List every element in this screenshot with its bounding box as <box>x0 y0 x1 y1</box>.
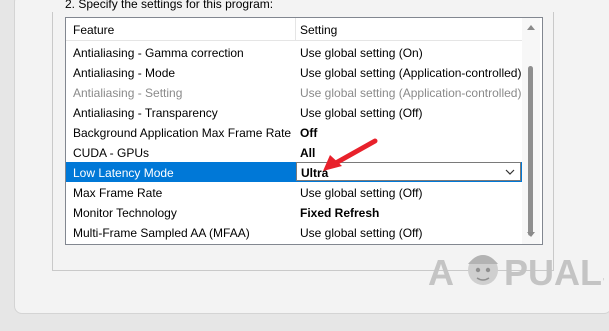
settings-row-cuda-gpus[interactable]: CUDA - GPUs All <box>66 142 522 162</box>
settings-row-aa-transparency[interactable]: Antialiasing - Transparency Use global s… <box>66 102 522 122</box>
feature-cell: Max Frame Rate <box>73 186 163 200</box>
grid-header: Feature Setting <box>66 18 522 41</box>
settings-row-background-max-frame-rate[interactable]: Background Application Max Frame Rate Of… <box>66 122 522 142</box>
settings-row-aa-mode[interactable]: Antialiasing - Mode Use global setting (… <box>66 62 522 82</box>
setting-cell[interactable]: Use global setting (Off) <box>300 186 423 200</box>
settings-row-mfaa[interactable]: Multi-Frame Sampled AA (MFAA) Use global… <box>66 222 522 242</box>
chevron-down-icon[interactable] <box>504 166 516 178</box>
scroll-up-arrow-icon[interactable] <box>527 24 535 30</box>
feature-cell: Antialiasing - Mode <box>73 66 176 80</box>
settings-row-low-latency-mode[interactable]: Low Latency Mode Ultra <box>66 162 522 182</box>
scrollbar-thumb[interactable] <box>528 66 533 236</box>
scroll-down-arrow-icon[interactable] <box>527 232 535 238</box>
setting-cell[interactable]: All <box>300 146 315 160</box>
settings-grid: Feature Setting Antialiasing - Gamma cor… <box>65 17 543 245</box>
setting-cell[interactable]: Use global setting (Off) <box>300 226 423 240</box>
column-divider[interactable] <box>295 18 296 40</box>
setting-cell[interactable]: Off <box>300 126 317 140</box>
watermark-left-text: A <box>428 252 454 293</box>
column-header-feature[interactable]: Feature <box>73 23 114 37</box>
vertical-scrollbar[interactable] <box>522 18 540 244</box>
settings-row-max-frame-rate[interactable]: Max Frame Rate Use global setting (Off) <box>66 182 522 202</box>
feature-cell: Low Latency Mode <box>73 166 174 180</box>
settings-row-monitor-technology[interactable]: Monitor Technology Fixed Refresh <box>66 202 522 222</box>
feature-cell: Background Application Max Frame Rate <box>73 126 292 140</box>
mascot-logo <box>468 255 498 285</box>
feature-cell: Monitor Technology <box>73 206 177 220</box>
feature-cell: Antialiasing - Transparency <box>73 106 218 120</box>
setting-cell[interactable]: Fixed Refresh <box>300 206 379 220</box>
red-arrow-icon <box>323 138 378 171</box>
settings-row-gamma-correction[interactable]: Antialiasing - Gamma correction Use glob… <box>66 42 522 62</box>
section-label: 2. Specify the settings for this program… <box>65 0 274 11</box>
feature-cell: CUDA - GPUs <box>73 146 150 160</box>
feature-cell: Multi-Frame Sampled AA (MFAA) <box>73 226 250 240</box>
setting-cell[interactable]: Use global setting (Off) <box>300 106 423 120</box>
watermark-right-text: PUALS <box>504 252 604 293</box>
appuals-watermark: A PUALS <box>428 252 604 293</box>
setting-cell: Use global setting (Application-controll… <box>300 86 522 100</box>
feature-cell: Antialiasing - Setting <box>73 86 183 100</box>
feature-cell: Antialiasing - Gamma correction <box>73 46 244 60</box>
setting-cell[interactable]: Use global setting (On) <box>300 46 423 60</box>
setting-cell[interactable]: Use global setting (Application-controll… <box>300 66 521 80</box>
column-header-setting[interactable]: Setting <box>300 23 337 37</box>
settings-rows: Antialiasing - Gamma correction Use glob… <box>66 42 522 242</box>
settings-row-aa-setting: Antialiasing - Setting Use global settin… <box>66 82 522 102</box>
